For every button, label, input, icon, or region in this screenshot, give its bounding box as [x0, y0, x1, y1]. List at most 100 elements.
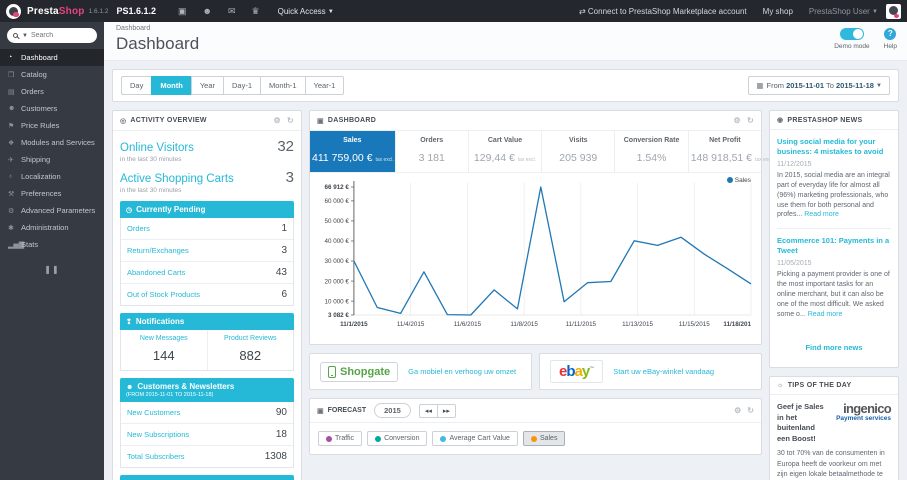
legend-average-cart-value-button[interactable]: Average Cart Value [432, 431, 518, 446]
range-month-button[interactable]: Month [151, 76, 191, 95]
price-rules-icon: ⚑ [8, 122, 15, 130]
sidebar-item-modules[interactable]: ❖ Modules and Services [0, 134, 104, 151]
orders-icon: ▤ [8, 88, 15, 96]
search-scope-caret-icon[interactable]: ▼ [22, 33, 28, 39]
activity-overview-panel: ◎ ACTIVITY OVERVIEW ⚙ ↻ Online Visitors 32… [112, 110, 302, 480]
shipping-icon: ✈ [8, 156, 14, 164]
svg-text:11/13/2015: 11/13/2015 [622, 321, 653, 328]
stats-icon: ▂▅▇ [8, 241, 25, 249]
sidebar-item-advanced-parameters[interactable]: ⚙ Advanced Parameters [0, 202, 104, 219]
tips-of-the-day-panel: ☼ TIPS OF THE DAY ingenico Payment servi… [769, 376, 899, 480]
kpi-conversion-rate[interactable]: Conversion Rate 1.54% [615, 131, 689, 172]
customers-table: New Customers 90 New Subscriptions 18 Tota… [120, 402, 294, 468]
kpi-sales[interactable]: Sales 411 759,00 € tax excl. [310, 131, 396, 172]
legend-sales-button[interactable]: Sales [522, 431, 566, 446]
user-menu[interactable]: PrestaShop User ▼ [809, 7, 878, 16]
trophy-icon[interactable]: ♛ [252, 6, 260, 17]
mail-icon[interactable]: ✉ [228, 6, 236, 17]
sidebar-item-customers[interactable]: ☻ Customers [0, 100, 104, 117]
sales-line-chart[interactable]: 11/1/2015 11/4/2015 11/6/2015 11/8/2015 11/1… [312, 177, 759, 337]
marketplace-connect-link[interactable]: ⇄ Connect to PrestaShop Marketplace acco… [579, 7, 747, 16]
legend-traffic-button[interactable]: Traffic [318, 431, 363, 446]
quick-access-menu[interactable]: Quick Access ▼ [278, 7, 334, 16]
sidebar-item-preferences[interactable]: ⚒ Preferences [0, 185, 104, 202]
prestashop-news-panel: ◉ PRESTASHOP NEWS Using social media for… [769, 110, 899, 369]
online-visitors-link[interactable]: Online Visitors [120, 142, 194, 154]
range-year-1-button[interactable]: Year-1 [304, 76, 345, 95]
demo-mode-toggle[interactable] [839, 28, 864, 40]
shopgate-link[interactable]: Ga mobiel en verhoog uw omzet [408, 367, 516, 376]
my-shop-link[interactable]: My shop [763, 7, 793, 16]
svg-text:20 000 €: 20 000 € [324, 278, 349, 285]
new-subscriptions-link[interactable]: New Subscriptions [127, 430, 189, 439]
find-more-news-link[interactable]: Find more news [805, 343, 862, 352]
sidebar-menu: ◔ Dashboard ❒ Catalog ▤ Orders ☻ Customers ⚑… [0, 49, 104, 253]
kpi-visits[interactable]: Visits 205 939 [542, 131, 616, 172]
forecast-panel-title: FORECAST [327, 407, 367, 414]
new-customers-link[interactable]: New Customers [127, 408, 180, 417]
news-article-date: 11/12/2015 [777, 161, 812, 169]
online-visitors-value: 32 [277, 138, 294, 155]
product-reviews-link[interactable]: Product Reviews [210, 335, 292, 342]
sidebar-item-localization[interactable]: ♁ Localization [0, 168, 104, 185]
dashboard-panel-title: DASHBOARD [327, 117, 377, 124]
kpi-net-profit[interactable]: Net Profit 148 918,51 € tax excl. [689, 131, 774, 172]
traffic-dot-icon [326, 435, 332, 442]
refresh-icon[interactable]: ↻ [747, 406, 754, 415]
sidebar-item-shipping[interactable]: ✈ Shipping [0, 151, 104, 168]
sidebar-item-administration[interactable]: ✱ Administration [0, 219, 104, 236]
range-month-1-button[interactable]: Month-1 [260, 76, 305, 95]
kpi-cart-value[interactable]: Cart Value 129,44 € tax excl. [469, 131, 543, 172]
range-day-1-button[interactable]: Day-1 [223, 76, 261, 95]
user-avatar[interactable] [886, 3, 901, 19]
forecast-year[interactable]: 2015 [374, 403, 411, 418]
sidebar-item-catalog[interactable]: ❒ Catalog [0, 66, 104, 83]
abandoned-carts-link[interactable]: Abandoned Carts [127, 268, 185, 277]
table-row: Total Subscribers 1308 [127, 451, 287, 462]
kpi-orders[interactable]: Orders 3 181 [396, 131, 469, 172]
tip-body: 30 tot 70% van de consumenten in Europa … [777, 450, 885, 478]
conversion-dot-icon [375, 435, 382, 442]
gear-icon[interactable]: ⚙ [274, 116, 281, 125]
help-label: Help [883, 43, 897, 50]
help-icon[interactable]: ? [884, 28, 897, 40]
sidebar-item-price-rules[interactable]: ⚑ Price Rules [0, 117, 104, 134]
svg-text:10 000 €: 10 000 € [324, 298, 349, 305]
kpi-row: Sales 411 759,00 € tax excl. Orders 3 181 … [310, 131, 774, 173]
refresh-icon[interactable]: ↻ [287, 116, 294, 125]
range-year-button[interactable]: Year [190, 76, 223, 95]
read-more-link[interactable]: Read more [808, 311, 843, 318]
sidebar-item-dashboard[interactable]: ◔ Dashboard [0, 49, 104, 66]
gear-icon[interactable]: ⚙ [734, 406, 741, 415]
news-article-title[interactable]: Ecommerce 101: Payments in a Tweet [777, 236, 891, 256]
forecast-next-button[interactable]: ▸▸ [436, 403, 456, 418]
active-carts-sub: in the last 30 minutes [120, 187, 182, 194]
legend-conversion-button[interactable]: Conversion [367, 431, 428, 446]
forecast-panel: ▣ FORECAST 2015 ◂◂ ▸▸ ⚙ ↻ Traffic Convers… [309, 398, 762, 455]
out-of-stock-link[interactable]: Out of Stock Products [127, 290, 200, 299]
pending-orders-link[interactable]: Orders [127, 224, 150, 233]
read-more-link[interactable]: Read more [804, 211, 839, 218]
news-article-title[interactable]: Using social media for your business: 4 … [777, 137, 891, 157]
pending-returns-link[interactable]: Return/Exchanges [127, 246, 189, 255]
sidebar-search[interactable]: ▼ [7, 28, 97, 43]
customers-quick-icon[interactable]: ☻ [203, 6, 212, 16]
date-range-picker[interactable]: ▦ From 2015-11-01 To 2015-11-18 ▼ [748, 76, 890, 95]
ebay-link[interactable]: Start uw eBay-winkel vandaag [613, 367, 714, 376]
gear-icon[interactable]: ⚙ [734, 116, 741, 125]
new-messages-link[interactable]: New Messages [123, 335, 205, 342]
sidebar-item-orders[interactable]: ▤ Orders [0, 83, 104, 100]
total-subscribers-link[interactable]: Total Subscribers [127, 452, 185, 461]
sales-chart-area: Sales 11/1/2015 11/4/2015 11/6/2015 11/8/20… [310, 173, 761, 344]
shopgate-banner: Shopgate Ga mobiel en verhoog uw omzet [309, 353, 532, 390]
svg-text:66 912 €: 66 912 € [324, 184, 349, 191]
collapse-menu-icon[interactable]: ❚❚ [0, 265, 104, 274]
search-input[interactable] [30, 32, 91, 39]
forecast-prev-button[interactable]: ◂◂ [418, 403, 437, 418]
sidebar-item-stats[interactable]: ▂▅▇ Stats [0, 236, 104, 253]
svg-text:50 000 €: 50 000 € [324, 218, 349, 225]
active-carts-link[interactable]: Active Shopping Carts [120, 173, 234, 185]
range-day-button[interactable]: Day [121, 76, 152, 95]
refresh-icon[interactable]: ↻ [747, 116, 754, 125]
cart-icon[interactable]: ▣ [178, 6, 187, 17]
